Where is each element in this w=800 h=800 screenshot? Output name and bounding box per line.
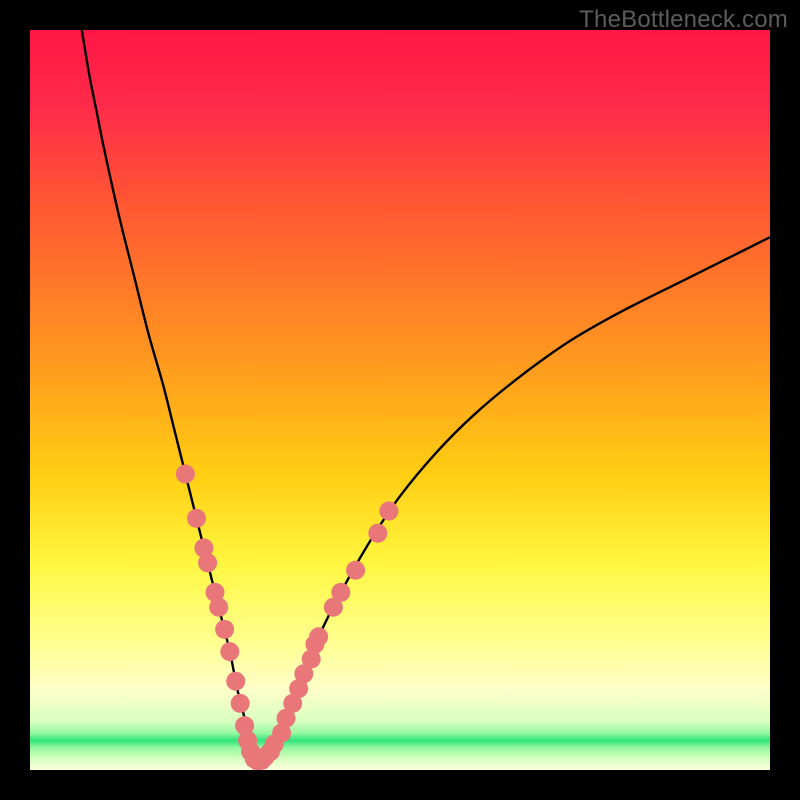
highlight-dot <box>215 620 234 639</box>
bottleneck-curve <box>82 30 770 763</box>
chart-frame: TheBottleneck.com <box>0 0 800 800</box>
highlight-dot <box>231 694 250 713</box>
highlight-dot <box>346 561 365 580</box>
highlight-dot <box>220 642 239 661</box>
highlight-dot <box>209 598 228 617</box>
highlight-dot <box>379 502 398 521</box>
highlight-dot <box>309 627 328 646</box>
highlight-dot <box>176 465 195 484</box>
highlight-dot <box>198 553 217 572</box>
curve-layer <box>30 30 770 770</box>
highlight-dot <box>187 509 206 528</box>
highlight-dot <box>368 524 387 543</box>
highlight-dot <box>226 672 245 691</box>
watermark-text: TheBottleneck.com <box>579 6 788 34</box>
plot-area <box>30 30 770 770</box>
highlight-dot <box>331 583 350 602</box>
highlight-dots <box>176 465 399 771</box>
